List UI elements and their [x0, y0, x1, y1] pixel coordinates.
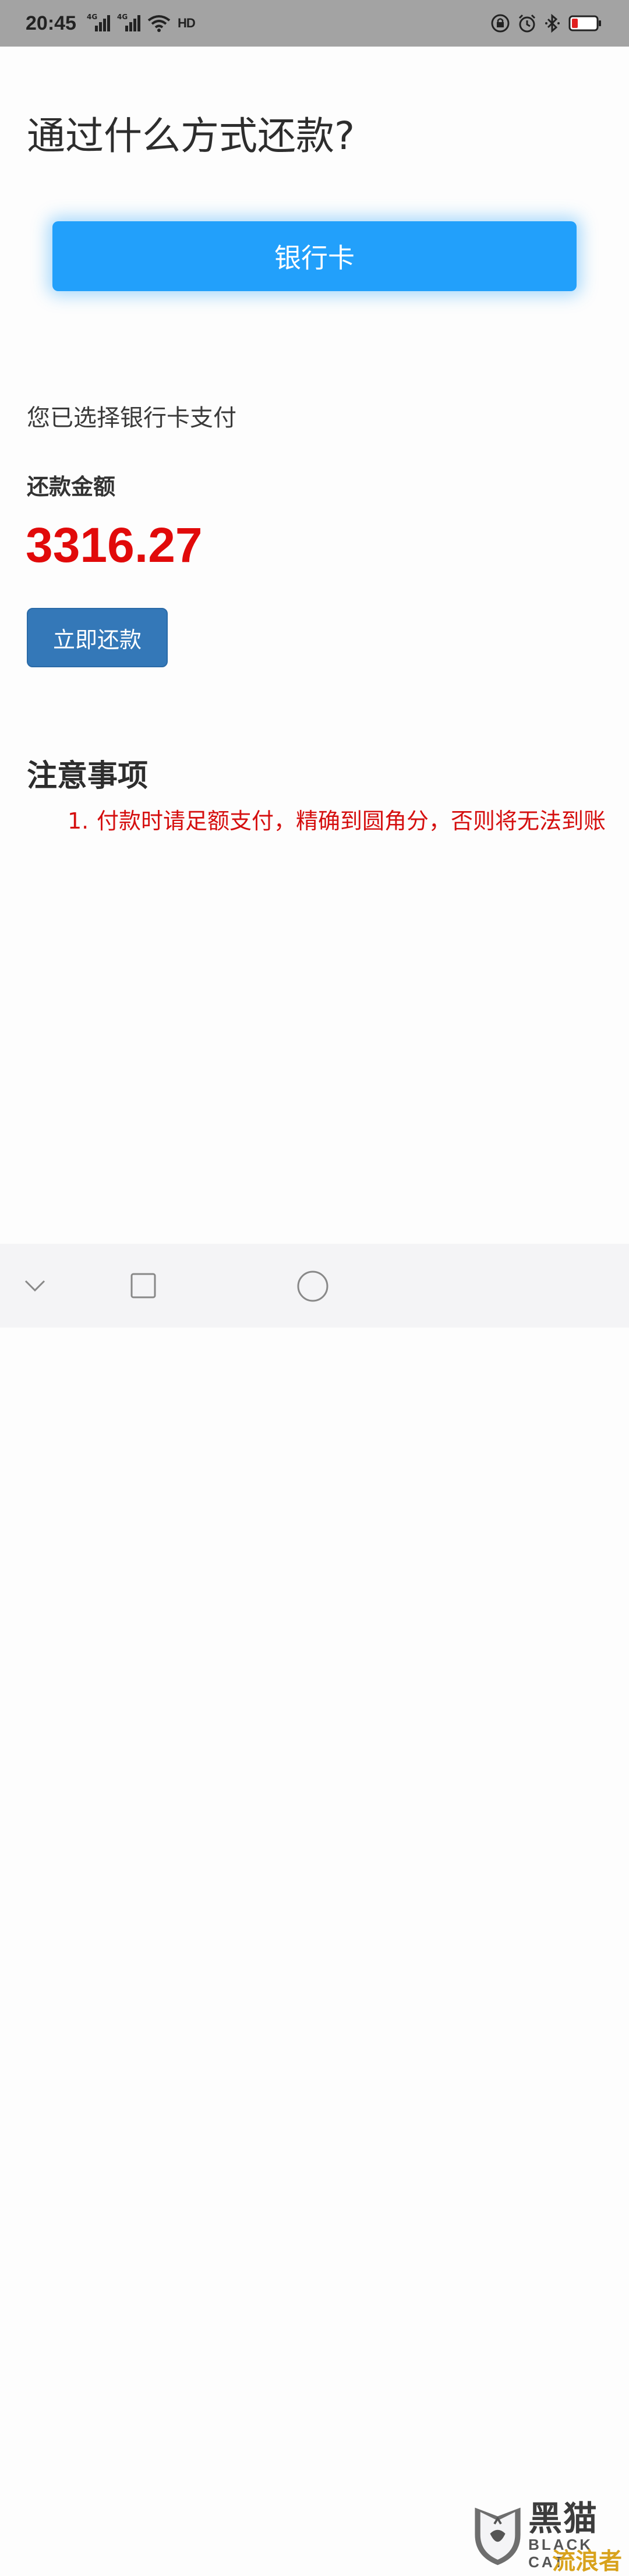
signal-4g-icon: 4G — [116, 13, 140, 33]
black-cat-logo-icon — [475, 2507, 521, 2566]
home-icon[interactable] — [296, 1269, 330, 1303]
lock-rotation-icon — [490, 13, 510, 33]
signal-tag: 4G — [116, 13, 128, 21]
main-content: 通过什么方式还款? 银行卡 您已选择银行卡支付 还款金额 3316.27 立即还… — [0, 47, 629, 1244]
notes-title: 注意事项 — [27, 759, 149, 794]
watermark: 黑猫 BLACK CAT 流浪者 — [471, 2499, 629, 2575]
notes-item: 1. 付款时请足额支付，精确到圆角分，否则将无法到账 — [68, 804, 609, 838]
watermark-cn: 黑猫 — [528, 2499, 599, 2538]
signal-tag: 4G — [86, 13, 98, 21]
repayment-amount-value: 3316.27 — [26, 518, 203, 572]
bluetooth-icon — [544, 13, 561, 33]
repay-now-button[interactable]: 立即还款 — [27, 608, 168, 667]
wifi-icon — [147, 15, 171, 32]
status-bar-left: 20:45 4G 4G HD — [26, 12, 196, 35]
repayment-amount-label: 还款金额 — [27, 474, 116, 500]
battery-low-icon — [568, 15, 602, 32]
clock-time: 20:45 — [26, 12, 76, 34]
notes-item-text: 付款时请足额支付，精确到圆角分，否则将无法到账 — [97, 808, 606, 834]
signal-4g-icon: 4G — [86, 13, 110, 33]
hd-icon: HD — [177, 16, 196, 30]
back-icon[interactable] — [17, 1268, 52, 1303]
bank-card-button[interactable]: 银行卡 — [52, 221, 577, 291]
page-title: 通过什么方式还款? — [27, 114, 355, 158]
navigation-bar: 黑猫 BLACK CAT 流浪者 — [0, 1244, 629, 2575]
watermark-sub: 流浪者 — [552, 2548, 622, 2575]
notes-item-number: 1. — [68, 808, 89, 834]
status-bar: 20:45 4G 4G HD — [0, 0, 629, 47]
selected-method-text: 您已选择银行卡支付 — [27, 405, 236, 431]
alarm-icon — [517, 13, 537, 33]
recent-apps-icon[interactable] — [127, 1269, 160, 1302]
notes-list: 1. 付款时请足额支付，精确到圆角分，否则将无法到账 — [68, 804, 609, 838]
status-bar-right — [490, 13, 602, 33]
